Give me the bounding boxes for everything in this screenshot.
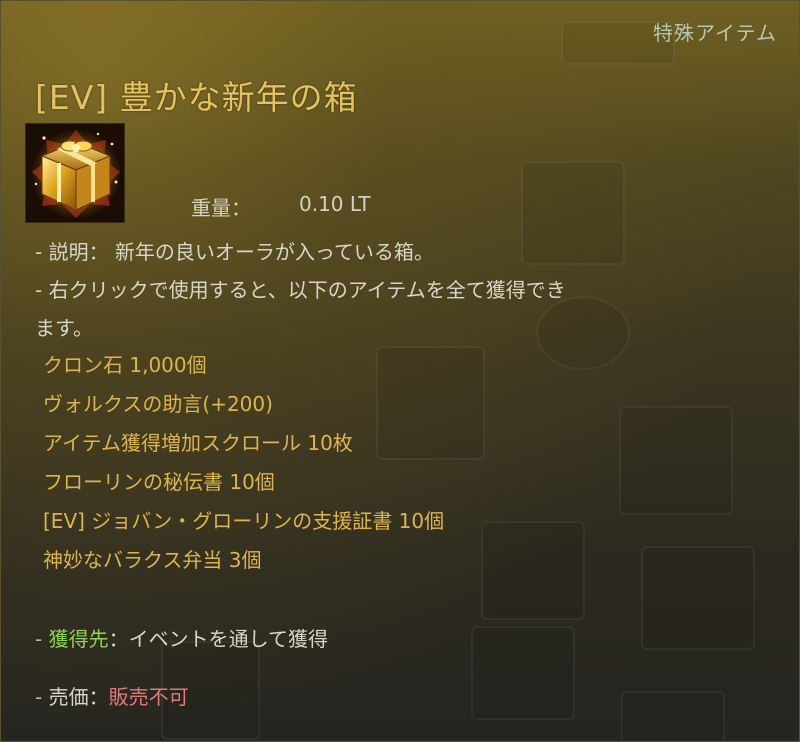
reward-item: クロン石 1,000個 xyxy=(43,353,207,377)
background-slot xyxy=(481,521,585,620)
background-slot xyxy=(641,546,755,650)
background-slot xyxy=(621,691,725,741)
item-description: - 説明： 新年の良いオーラが入っている箱。 - 右クリックで使用すると、以下の… xyxy=(35,233,785,347)
reward-item: アイテム獲得増加スクロール 10枚 xyxy=(43,431,353,455)
source-separator: ： xyxy=(108,627,129,651)
reward-item: 神妙なバラクス弁当 3個 xyxy=(43,548,262,572)
price-label: 売価 xyxy=(48,685,89,709)
background-slot xyxy=(471,626,575,720)
reward-item: フローリンの秘伝書 10個 xyxy=(43,470,275,494)
sell-price: - 売価：販売不可 xyxy=(35,681,189,710)
description-line: - 右クリックで使用すると、以下のアイテムを全て獲得でき xyxy=(35,278,566,302)
weight-label: 重量： xyxy=(191,196,251,220)
reward-item-list: クロン石 1,000個 ヴォルクスの助言(+200) アイテム獲得増加スクロール… xyxy=(43,346,444,580)
reward-item: [EV] ジョバン・グローリンの支援証書 10個 xyxy=(43,509,445,533)
golden-gift-box-icon xyxy=(26,124,124,222)
reward-item: ヴォルクスの助言(+200) xyxy=(43,392,273,416)
item-title: [EV] 豊かな新年の箱 xyxy=(35,78,358,117)
weight-value: 0.10 LT xyxy=(299,192,371,216)
item-category: 特殊アイテム xyxy=(653,21,777,45)
source-value: イベントを通して獲得 xyxy=(128,627,328,651)
price-separator: ： xyxy=(88,685,109,709)
item-icon-frame xyxy=(25,123,125,223)
item-tooltip: 特殊アイテム [EV] 豊かな新年の箱 重量： 0.10 LT - 説明： 新年… xyxy=(0,0,800,742)
source-label: 獲得先 xyxy=(48,627,109,651)
source-prefix: - xyxy=(35,627,49,651)
description-line: ます。 xyxy=(35,316,93,340)
acquisition-source: - 獲得先：イベントを通して獲得 xyxy=(35,623,328,652)
price-prefix: - xyxy=(35,685,49,709)
description-line: - 説明： 新年の良いオーラが入っている箱。 xyxy=(35,240,434,264)
price-value: 販売不可 xyxy=(108,685,189,709)
background-slot xyxy=(619,406,733,515)
